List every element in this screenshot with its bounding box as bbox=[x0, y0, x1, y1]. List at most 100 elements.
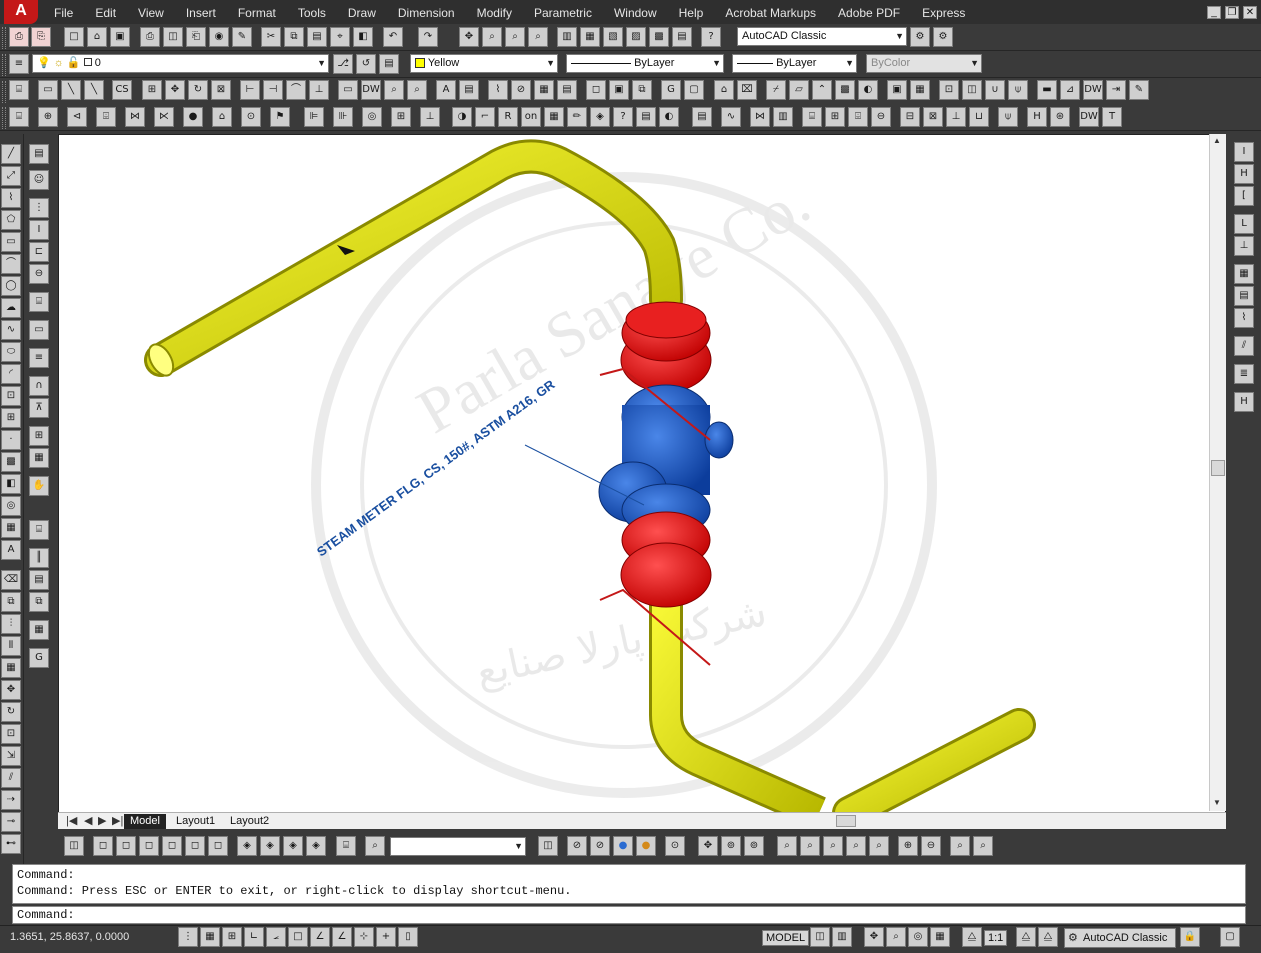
orbit-icon[interactable]: ⊙ bbox=[665, 836, 685, 856]
lock-icon[interactable]: 🔒 bbox=[1180, 927, 1200, 947]
nozzle-icon[interactable]: ⊥ bbox=[420, 107, 440, 127]
dw-icon[interactable]: DW bbox=[1083, 80, 1103, 100]
h-beam-icon[interactable]: H bbox=[1027, 107, 1047, 127]
grating-icon[interactable]: ▤ bbox=[1234, 286, 1254, 306]
edit-icon[interactable]: ✎ bbox=[232, 27, 252, 47]
text-t-icon[interactable]: T bbox=[1102, 107, 1122, 127]
snap-mode-icon[interactable]: ▦ bbox=[200, 927, 220, 947]
zoom-realtime-icon[interactable]: ⌕ bbox=[482, 27, 502, 47]
stretch-icon[interactable]: ⇲ bbox=[1, 746, 21, 766]
3d-osnap-icon[interactable]: ∠ bbox=[310, 927, 330, 947]
zoom-extents-icon[interactable]: ⌕ bbox=[407, 80, 427, 100]
zoom-previous-icon[interactable]: ⌕ bbox=[528, 27, 548, 47]
zoom-window-icon[interactable]: ⌕ bbox=[800, 836, 820, 856]
dw-icon[interactable]: DW bbox=[1079, 107, 1099, 127]
tower-icon[interactable]: ⊼ bbox=[29, 398, 49, 418]
free-orbit-icon[interactable]: ⊚ bbox=[721, 836, 741, 856]
toolbar-grip[interactable] bbox=[2, 27, 6, 49]
pan-status-icon[interactable]: ✥ bbox=[864, 927, 884, 947]
dim-arc-icon[interactable]: ⌒ bbox=[286, 80, 306, 100]
menu-edit[interactable]: Edit bbox=[95, 6, 126, 20]
block-editor-icon[interactable]: ◧ bbox=[353, 27, 373, 47]
render-icon[interactable]: ▢ bbox=[684, 80, 704, 100]
h-section-icon[interactable]: H bbox=[1234, 164, 1254, 184]
quick-view-layouts-icon[interactable]: ◫ bbox=[810, 927, 830, 947]
circle-icon[interactable]: ◯ bbox=[1, 276, 21, 296]
region-icon[interactable]: ◎ bbox=[1, 496, 21, 516]
spline-icon[interactable]: ∿ bbox=[1, 320, 21, 340]
bolt-icon[interactable]: ⊞ bbox=[391, 107, 411, 127]
clean-screen-icon[interactable]: ▢ bbox=[1220, 927, 1240, 947]
page-icon[interactable]: ▤ bbox=[29, 144, 49, 164]
vessel-icon[interactable]: ⊥ bbox=[946, 107, 966, 127]
l-section-icon[interactable]: L bbox=[1234, 214, 1254, 234]
application-menu-button[interactable]: A bbox=[4, 0, 38, 24]
layers-icon[interactable]: ≣ bbox=[1234, 364, 1254, 384]
line-diagonal-icon[interactable]: ╲ bbox=[61, 80, 81, 100]
layer-select[interactable]: 💡 ☼ 🔓 0 ▼ bbox=[32, 54, 329, 73]
coordinate-readout[interactable]: 1.3651, 25.8637, 0.0000 bbox=[10, 931, 129, 943]
pdf-convert-icon[interactable]: ⎘ bbox=[31, 27, 51, 47]
make-current-layer-icon[interactable]: ⎇ bbox=[333, 54, 353, 74]
region-icon[interactable]: ▣ bbox=[887, 80, 907, 100]
redo-icon[interactable]: ↷ bbox=[418, 27, 438, 47]
scroll-thumb[interactable] bbox=[1211, 460, 1225, 476]
stack-icon[interactable]: ⊞ bbox=[29, 426, 49, 446]
grid-block-icon[interactable]: ▦ bbox=[544, 107, 564, 127]
workspace-save-icon[interactable]: ⚙ bbox=[933, 27, 953, 47]
reducer-icon[interactable]: ⊲ bbox=[67, 107, 87, 127]
annotation-scale-icon[interactable]: ⧋ bbox=[962, 927, 982, 947]
copy-object-icon[interactable]: ⧉ bbox=[1, 592, 21, 612]
steering-wheel-icon[interactable]: ◎ bbox=[908, 927, 928, 947]
close-icon[interactable]: ✕ bbox=[1243, 6, 1257, 19]
menu-adobe-pdf[interactable]: Adobe PDF bbox=[838, 6, 910, 20]
rotate-icon[interactable]: ↻ bbox=[1, 702, 21, 722]
infer-constraints-icon[interactable]: ⋮ bbox=[178, 927, 198, 947]
model-space-toggle[interactable]: MODEL bbox=[762, 930, 810, 946]
cylinder-icon[interactable]: ⊖ bbox=[871, 107, 891, 127]
menu-acrobat-markups[interactable]: Acrobat Markups bbox=[725, 6, 826, 20]
properties-icon[interactable]: ▥ bbox=[557, 27, 577, 47]
pan-icon[interactable]: ✥ bbox=[459, 27, 479, 47]
tower-icon[interactable]: ⊞ bbox=[825, 107, 845, 127]
showmotion-icon[interactable]: ▦ bbox=[930, 927, 950, 947]
menu-format[interactable]: Format bbox=[238, 6, 286, 20]
pan-icon[interactable]: ✥ bbox=[698, 836, 718, 856]
menu-draw[interactable]: Draw bbox=[348, 6, 386, 20]
make-block-icon[interactable]: ⊞ bbox=[1, 408, 21, 428]
auto-scale-icon[interactable]: ⧋ bbox=[1038, 927, 1058, 947]
copy-block-icon[interactable]: ⧉ bbox=[632, 80, 652, 100]
menu-file[interactable]: File bbox=[54, 6, 83, 20]
slab-icon[interactable]: ▱ bbox=[789, 80, 809, 100]
blind-flange-icon[interactable]: ⊪ bbox=[333, 107, 353, 127]
sw-iso-icon[interactable]: ◈ bbox=[237, 836, 257, 856]
refresh-g-icon[interactable]: G bbox=[661, 80, 681, 100]
cube-icon[interactable]: ◈ bbox=[590, 107, 610, 127]
publish-icon[interactable]: ⎗ bbox=[186, 27, 206, 47]
bottle-icon[interactable]: ⌹ bbox=[96, 107, 116, 127]
ne-iso-icon[interactable]: ◈ bbox=[283, 836, 303, 856]
annotation-scale-value[interactable]: 1:1 bbox=[984, 930, 1008, 946]
tab-layout2[interactable]: Layout2 bbox=[224, 814, 275, 829]
zoom-status-icon[interactable]: ⌕ bbox=[886, 927, 906, 947]
right-view-icon[interactable]: ◻ bbox=[162, 836, 182, 856]
ucs-icon[interactable]: ⌕ bbox=[365, 836, 385, 856]
view-cube-icon[interactable]: ◫ bbox=[962, 80, 982, 100]
zoom-scale-icon[interactable]: ⌕ bbox=[846, 836, 866, 856]
design-center-icon[interactable]: ▦ bbox=[580, 27, 600, 47]
mirror-icon[interactable]: ⫶ bbox=[1, 614, 21, 634]
grid-display-icon[interactable]: ⊞ bbox=[222, 927, 242, 947]
restore-icon[interactable]: ❐ bbox=[1225, 6, 1239, 19]
calculator-icon[interactable]: ▤ bbox=[672, 27, 692, 47]
rectangle-icon[interactable]: ▭ bbox=[38, 80, 58, 100]
break-icon[interactable]: ⊸ bbox=[1, 812, 21, 832]
polyline-icon[interactable]: ⌇ bbox=[488, 80, 508, 100]
check-valve-icon[interactable]: ⋉ bbox=[154, 107, 174, 127]
hatch-icon[interactable]: ▩ bbox=[835, 80, 855, 100]
zoom-in-icon[interactable]: ⊕ bbox=[898, 836, 918, 856]
dw-icon[interactable]: DW bbox=[361, 80, 381, 100]
object-snap-tracking-icon[interactable]: ∠ bbox=[332, 927, 352, 947]
fitting-icon[interactable]: ⊕ bbox=[38, 107, 58, 127]
channel-icon[interactable]: ⊏ bbox=[29, 242, 49, 262]
bottom-view-icon[interactable]: ◻ bbox=[116, 836, 136, 856]
